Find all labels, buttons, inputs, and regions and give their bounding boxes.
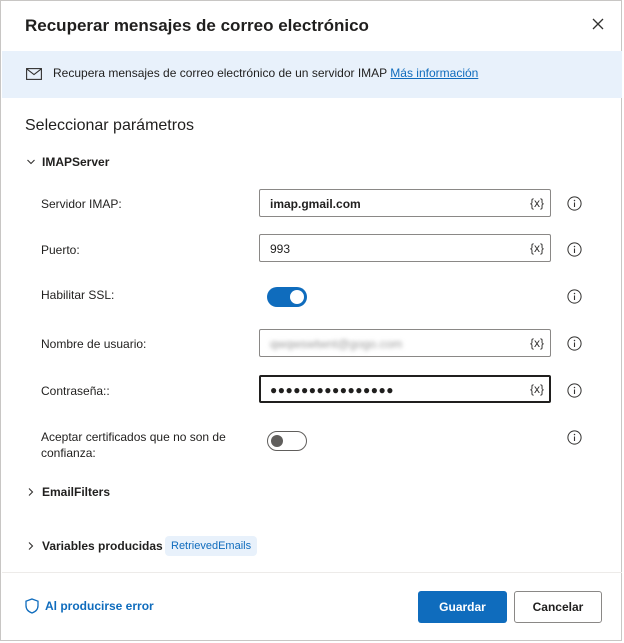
chevron-down-icon (27, 159, 35, 165)
variable-button[interactable]: {x} (530, 241, 544, 255)
toggle-knob (290, 290, 304, 304)
port-label: Puerto: (41, 243, 80, 257)
variable-button[interactable]: {x} (530, 336, 544, 350)
server-value: imap.gmail.com (270, 197, 361, 211)
on-error-link[interactable]: Al producirse error (25, 598, 154, 614)
banner-description: Recupera mensajes de correo electrónico … (53, 66, 391, 80)
group-emailfilters[interactable]: EmailFilters (27, 485, 110, 499)
cancel-button[interactable]: Cancelar (514, 591, 602, 623)
dialog: Recuperar mensajes de correo electrónico… (0, 0, 622, 641)
password-input[interactable]: ●●●●●●●●●●●●●●●● {x} (259, 375, 551, 403)
variable-button[interactable]: {x} (530, 382, 544, 396)
on-error-label: Al producirse error (45, 599, 154, 613)
mail-icon (26, 68, 42, 80)
group-label: Variables producidas (42, 539, 163, 553)
password-label: Contraseña:: (41, 384, 110, 398)
info-icon[interactable] (567, 196, 582, 211)
group-label: IMAPServer (42, 155, 110, 169)
toggle-knob (271, 435, 283, 447)
more-info-link[interactable]: Más información (390, 66, 478, 80)
username-input[interactable]: qwqwswtwnt@gogo.com {x} (259, 329, 551, 357)
ssl-toggle[interactable] (267, 287, 307, 307)
chevron-right-icon (28, 542, 34, 550)
banner-text: Recupera mensajes de correo electrónico … (53, 66, 478, 80)
info-icon[interactable] (567, 383, 582, 398)
info-banner: Recupera mensajes de correo electrónico … (2, 51, 622, 98)
port-value: 993 (270, 242, 291, 256)
info-icon[interactable] (567, 242, 582, 257)
save-button[interactable]: Guardar (418, 591, 507, 623)
info-icon[interactable] (567, 289, 582, 304)
variable-chip[interactable]: RetrievedEmails (165, 536, 258, 556)
info-icon[interactable] (567, 430, 582, 445)
chevron-right-icon (28, 488, 34, 496)
variable-button[interactable]: {x} (530, 196, 544, 210)
username-label: Nombre de usuario: (41, 337, 147, 351)
accept-certs-toggle[interactable] (267, 431, 307, 451)
accept-certs-label: Aceptar certificados que no son de confi… (41, 430, 226, 460)
password-value: ●●●●●●●●●●●●●●●● (270, 383, 394, 397)
server-input[interactable]: imap.gmail.com {x} (259, 189, 551, 217)
group-label: EmailFilters (42, 485, 111, 499)
close-icon[interactable] (589, 15, 607, 33)
footer-divider (2, 572, 622, 573)
ssl-label: Habilitar SSL: (41, 288, 115, 302)
server-label: Servidor IMAP: (41, 197, 122, 211)
dialog-title: Recuperar mensajes de correo electrónico (25, 16, 369, 35)
group-variables[interactable]: Variables producidas (27, 539, 163, 553)
section-title: Seleccionar parámetros (25, 117, 194, 134)
group-imapserver[interactable]: IMAPServer (27, 155, 109, 169)
username-value: qwqwswtwnt@gogo.com (270, 337, 403, 351)
shield-icon (25, 598, 39, 614)
port-input[interactable]: 993 {x} (259, 234, 551, 262)
info-icon[interactable] (567, 336, 582, 351)
